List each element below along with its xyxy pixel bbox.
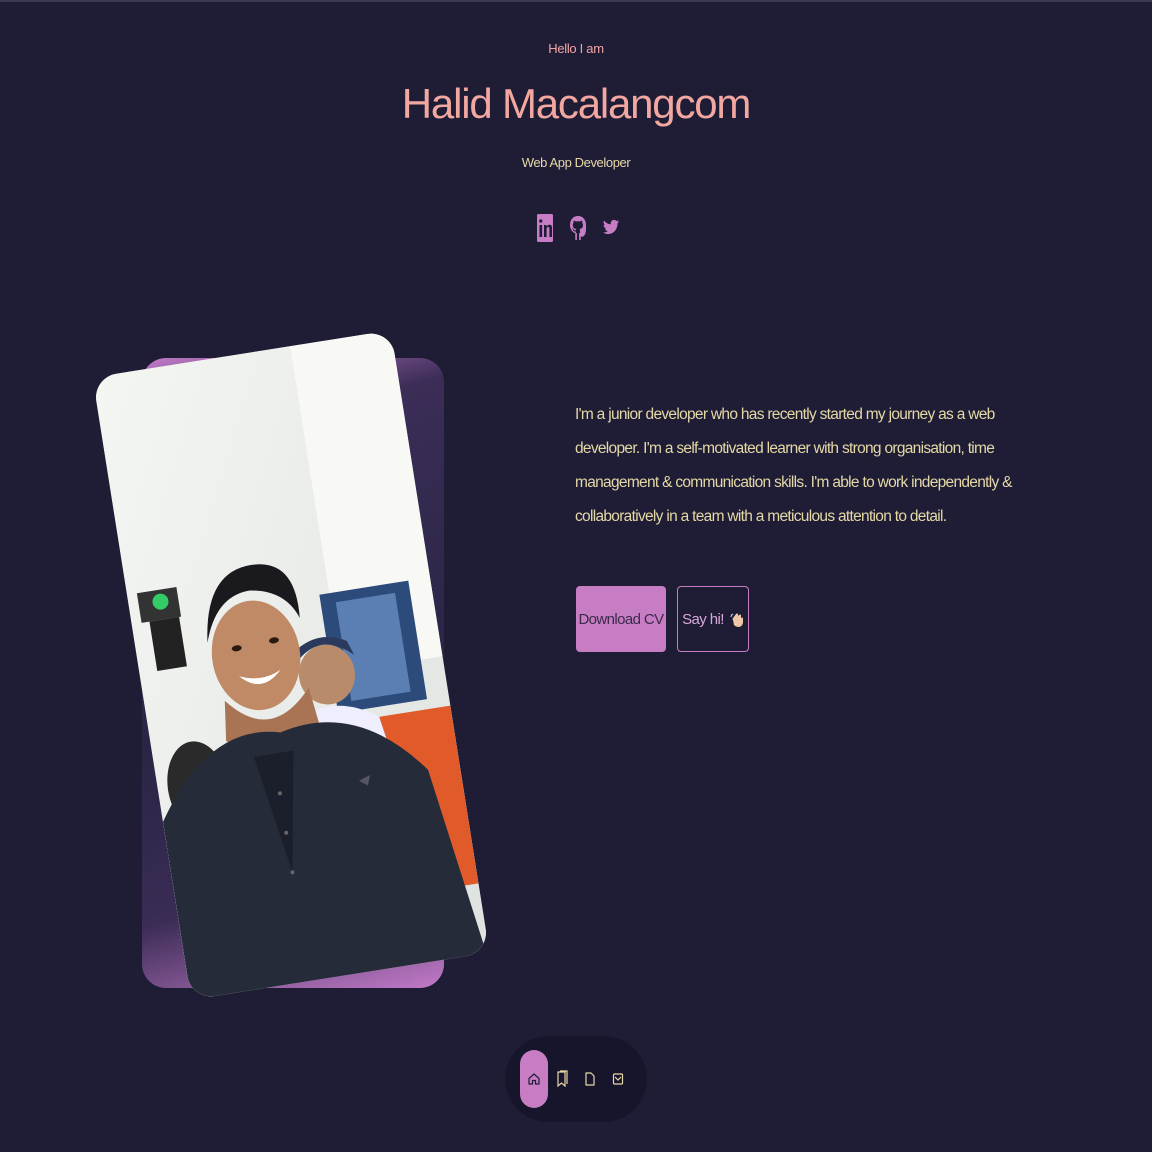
- role-subtitle: Web App Developer: [521, 155, 631, 170]
- nav-mail[interactable]: [604, 1050, 632, 1108]
- download-cv-button[interactable]: Download CV: [576, 586, 666, 652]
- github-icon[interactable]: [566, 213, 590, 243]
- download-cv-label: Download CV: [578, 610, 664, 628]
- bottom-nav: [505, 1036, 647, 1122]
- greeting-text: Hello I am: [548, 41, 604, 56]
- top-divider: [0, 0, 1152, 2]
- bookmark-icon: [557, 1070, 568, 1088]
- social-links: [533, 212, 623, 244]
- twitter-icon[interactable]: [599, 213, 623, 243]
- nav-home[interactable]: [520, 1050, 548, 1108]
- document-icon: [585, 1072, 595, 1086]
- say-hi-label: Say hi!: [682, 610, 724, 628]
- about-text: I'm a junior developer who has recently …: [575, 406, 1012, 525]
- nav-document[interactable]: [576, 1050, 604, 1108]
- page-title: Halid Macalangcom: [401, 80, 752, 127]
- mail-icon: [612, 1073, 624, 1085]
- waving-hand-icon: [730, 611, 744, 627]
- nav-bookmark[interactable]: [548, 1050, 576, 1108]
- linkedin-icon[interactable]: [533, 213, 557, 243]
- say-hi-button[interactable]: Say hi!: [677, 586, 749, 652]
- profile-photo-frame: [92, 320, 490, 1030]
- home-icon: [528, 1073, 540, 1085]
